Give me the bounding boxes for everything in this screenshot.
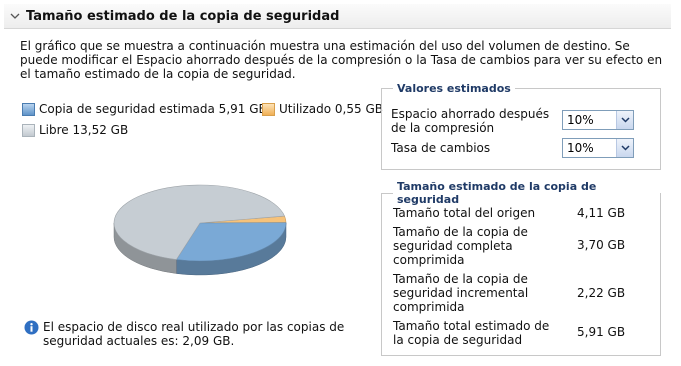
chevron-down-icon[interactable] [616,111,633,129]
legend-swatch-free [22,123,35,137]
change-rate-select[interactable]: 10% [562,138,634,158]
full-backup-label: Tamaño de la copia de seguridad completa… [393,225,528,267]
change-rate-label: Tasa de cambios [391,141,491,155]
chevron-down-icon[interactable] [616,139,633,157]
compression-label: Espacio ahorrado después de la compresió… [391,107,550,135]
estimated-size-title: Tamaño estimado de la copia de seguridad [397,180,597,206]
compression-value: 10% [567,113,594,127]
section-title: Tamaño estimado de la copia de seguridad [26,8,340,24]
info-icon [24,320,39,335]
estimated-values-title: Valores estimados [397,82,511,95]
change-rate-value: 10% [567,141,594,155]
info-note: El espacio de disco real utilizado por l… [24,320,374,348]
incremental-backup-value: 2,22 GB [577,286,626,300]
chevron-down-icon[interactable] [10,11,20,21]
total-source-value: 4,11 GB [577,206,626,220]
legend-label-estimated: Copia de seguridad estimada 5,91 GB [39,102,267,116]
total-source-label: Tamaño total del origen [393,206,536,220]
description-text: El gráfico que se muestra a continuación… [20,39,663,81]
legend-swatch-used [262,102,275,116]
usage-pie-chart [113,184,287,276]
section-header[interactable]: Tamaño estimado de la copia de seguridad [4,4,671,29]
legend-item-free: Libre 13,52 GB [22,123,128,137]
total-estimated-value: 5,91 GB [577,325,626,339]
legend-item-used: Utilizado 0,55 GB [262,102,383,116]
legend-label-free: Libre 13,52 GB [39,123,129,137]
legend-swatch-estimated [22,102,35,116]
full-backup-value: 3,70 GB [577,238,626,252]
legend-item-estimated: Copia de seguridad estimada 5,91 GB [22,102,267,116]
pie-tops [113,184,287,262]
info-text: El espacio de disco real utilizado por l… [43,320,345,348]
legend-label-used: Utilizado 0,55 GB [279,102,383,116]
incremental-backup-label: Tamaño de la copia de seguridad incremen… [393,272,529,314]
total-estimated-label: Tamaño total estimado de la copia de seg… [393,319,550,347]
compression-select[interactable]: 10% [562,110,634,130]
